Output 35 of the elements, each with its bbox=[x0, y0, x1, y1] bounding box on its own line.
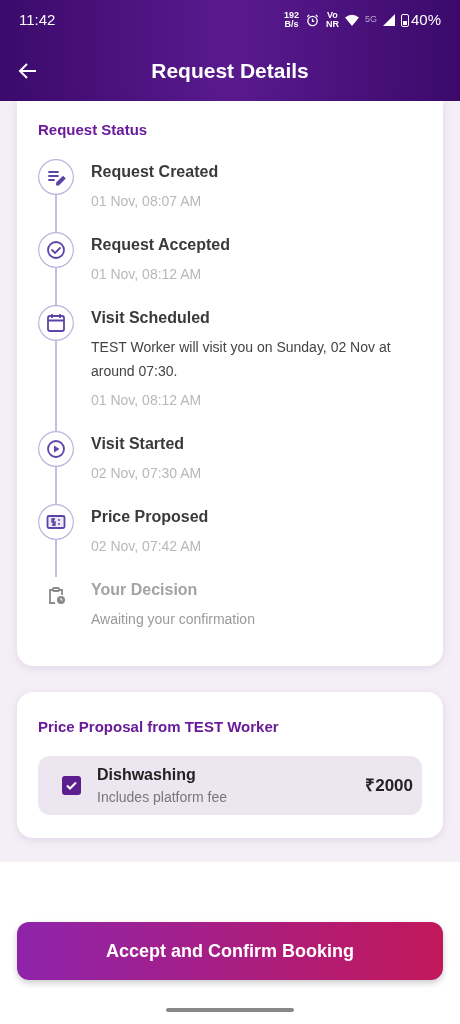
step-time: 01 Nov, 08:12 AM bbox=[91, 390, 203, 410]
clock-time: 11:42 bbox=[19, 9, 56, 30]
network-type: 5G bbox=[364, 13, 377, 27]
card-title: Price Proposal from TEST Worker bbox=[38, 716, 280, 737]
step-time: 02 Nov, 07:42 AM bbox=[91, 536, 203, 556]
signal-icon bbox=[382, 14, 395, 26]
step-time: Awaiting your confirmation bbox=[91, 609, 255, 629]
step-title: Your Decision bbox=[91, 579, 199, 600]
step-title: Visit Started bbox=[91, 433, 186, 454]
card-title: Request Status bbox=[38, 120, 149, 140]
speed-unit: B/s bbox=[284, 20, 299, 29]
back-arrow-icon[interactable] bbox=[18, 60, 38, 81]
step-title: Price Proposed bbox=[91, 506, 209, 527]
item-price: ₹2000 bbox=[365, 774, 413, 797]
step-title: Request Accepted bbox=[91, 234, 230, 255]
speed-value: 192 bbox=[283, 11, 299, 20]
volte-bottom: NR bbox=[325, 20, 339, 29]
step-title: Request Created bbox=[91, 161, 219, 182]
step-time: 01 Nov, 08:07 AM bbox=[91, 191, 203, 211]
item-note: Includes platform fee bbox=[97, 788, 227, 807]
confirm-button[interactable]: Accept and Confirm Booking bbox=[17, 922, 443, 980]
price-item[interactable]: Dishwashing Includes platform fee ₹2000 bbox=[38, 756, 422, 815]
volte-top: Vo bbox=[327, 11, 338, 20]
step-note: TEST Worker will visit you on Sunday, 02 Nov at around 07:30. bbox=[91, 337, 392, 381]
wifi-icon bbox=[344, 14, 359, 26]
battery-percent: 40% bbox=[410, 9, 441, 30]
item-checkbox[interactable] bbox=[62, 776, 81, 795]
step-title: Visit Scheduled bbox=[91, 307, 211, 328]
step-time: 02 Nov, 07:30 AM bbox=[91, 463, 202, 483]
alarm-icon bbox=[304, 12, 320, 28]
item-name: Dishwashing bbox=[97, 765, 197, 785]
check-icon bbox=[65, 779, 78, 792]
battery-icon bbox=[400, 13, 409, 27]
step-time: 01 Nov, 08:12 AM bbox=[91, 264, 203, 284]
page-title: Request Details bbox=[151, 57, 309, 84]
